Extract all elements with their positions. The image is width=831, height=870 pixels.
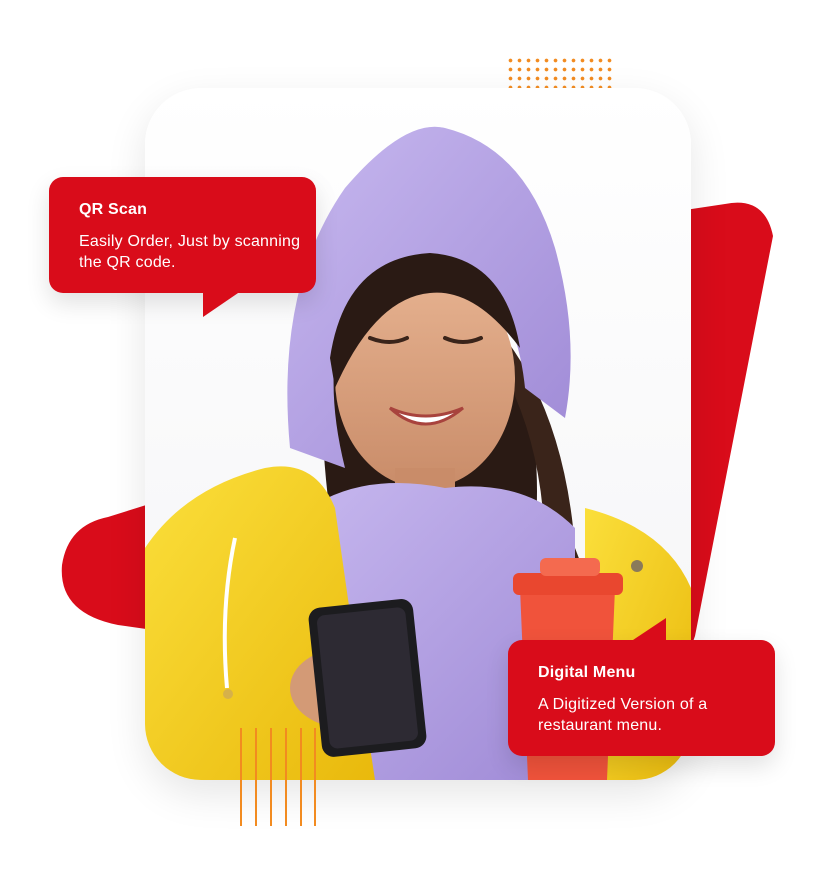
hero-illustration: QR Scan Easily Order, Just by scanning t… <box>0 0 831 870</box>
orange-lines-decoration <box>240 728 316 826</box>
qr-scan-text: Easily Order, Just by scanning the QR co… <box>79 233 301 271</box>
qr-scan-title: QR Scan <box>79 201 148 218</box>
digital-menu-bubble: Digital Menu A Digitized Version of a re… <box>508 640 775 756</box>
qr-scan-bubble: QR Scan Easily Order, Just by scanning t… <box>49 177 316 317</box>
digital-menu-title: Digital Menu <box>538 664 636 681</box>
digital-menu-text: A Digitized Version of a restaurant menu… <box>538 696 708 734</box>
